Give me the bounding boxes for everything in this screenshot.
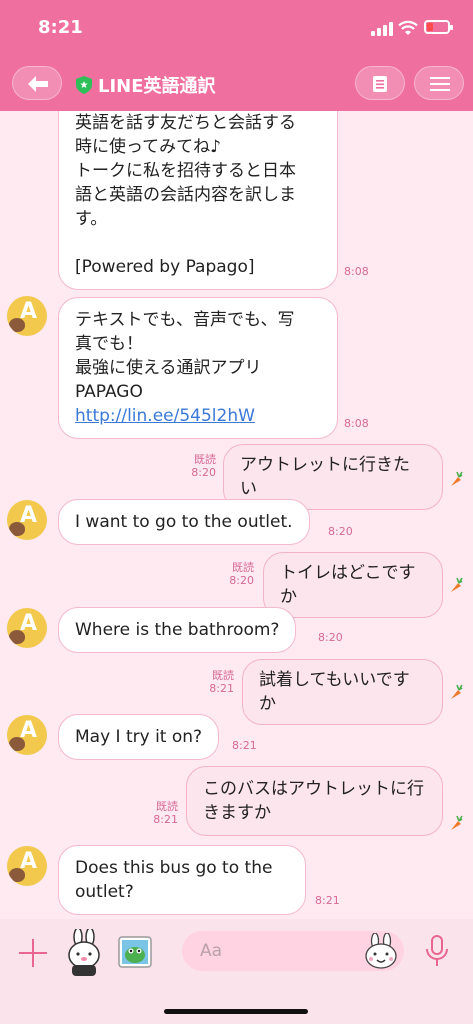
menu-icon xyxy=(430,77,450,91)
message-time: 8:08 xyxy=(344,417,369,430)
message-time: 8:08 xyxy=(344,265,369,278)
message-time: 8:21 xyxy=(232,739,257,752)
message-time: 8:21 xyxy=(315,894,340,907)
read-receipt: 既読 8:20 xyxy=(228,561,254,587)
message-bubble-me[interactable]: 試着してもいいですか xyxy=(242,659,443,725)
message-bubble-bot[interactable]: I want to go to the outlet. xyxy=(58,499,310,545)
status-bar: 8:21 xyxy=(0,0,473,50)
message-bubble-me[interactable]: トイレはどこですか xyxy=(263,552,443,618)
message-bubble-bot[interactable]: May I try it on? xyxy=(58,714,220,760)
message-bubble-me[interactable]: このバスはアウトレットに行 きますか xyxy=(186,766,443,836)
message-bubble-bot[interactable]: Where is the bathroom? xyxy=(58,607,297,653)
message-text: Where is the bathroom? xyxy=(75,620,280,640)
message-time: 8:21 xyxy=(209,682,234,695)
message-line: す。 xyxy=(75,209,108,229)
message-time: 8:20 xyxy=(229,574,254,587)
bot-avatar[interactable]: A xyxy=(7,500,47,540)
message-line: outlet? xyxy=(75,882,134,902)
emoji-icon[interactable] xyxy=(364,933,398,969)
message-line: テキストでも、音声でも、写 xyxy=(75,310,295,330)
home-indicator[interactable] xyxy=(164,1009,308,1014)
message-text: May I try it on? xyxy=(75,727,203,747)
read-label: 既読 xyxy=(194,453,216,466)
message-time: 8:20 xyxy=(191,466,216,479)
app-header: 8:21 LINE英語通訳 xyxy=(0,0,473,111)
bot-avatar[interactable]: A xyxy=(7,296,47,336)
notes-button[interactable] xyxy=(355,66,405,100)
carrot-icon xyxy=(451,815,463,830)
message-line: きますか xyxy=(203,803,271,823)
battery-icon xyxy=(424,20,453,34)
read-label: 既読 xyxy=(212,669,234,682)
carrot-icon xyxy=(451,471,463,486)
back-arrow-icon xyxy=(28,76,48,92)
message-text: I want to go to the outlet. xyxy=(75,512,293,532)
bot-avatar[interactable]: A xyxy=(7,608,47,648)
message-bubble-bot[interactable]: 英語を話す友だちと会話する 時に使ってみてね♪ トークに私を招待すると日本 語と… xyxy=(58,111,338,290)
message-bubble-bot[interactable]: テキストでも、音声でも、写 真でも！ 最強に使える通訳アプリ PAPAGO ht… xyxy=(58,297,338,439)
message-bubble-bot[interactable]: Does this bus go to the outlet? xyxy=(58,845,306,915)
message-line: トークに私を招待すると日本 xyxy=(75,161,296,181)
message-time: 8:21 xyxy=(153,813,178,826)
bot-avatar[interactable]: A xyxy=(7,715,47,755)
signal-icon xyxy=(371,22,393,36)
read-label: 既読 xyxy=(156,800,178,813)
message-line: 真でも！ xyxy=(75,334,143,354)
verified-shield-icon xyxy=(76,76,92,94)
carrot-icon xyxy=(451,577,463,592)
message-line: このバスはアウトレットに行 xyxy=(203,779,424,799)
nav-bar: LINE英語通訳 xyxy=(0,56,473,108)
wifi-icon xyxy=(398,20,418,35)
message-line: PAPAGO xyxy=(75,382,143,402)
message-line: 最強に使える通訳アプリ xyxy=(75,358,262,378)
read-label: 既読 xyxy=(232,561,254,574)
sticker-icon[interactable] xyxy=(64,929,104,977)
note-icon xyxy=(373,76,387,92)
read-receipt: 既読 8:21 xyxy=(208,669,234,695)
bot-avatar[interactable]: A xyxy=(7,846,47,886)
message-line xyxy=(75,231,321,255)
message-line: 語と英語の会話内容を訳しま xyxy=(75,185,296,205)
microphone-icon[interactable] xyxy=(424,935,450,967)
plus-icon[interactable] xyxy=(17,937,49,969)
read-receipt: 既読 8:21 xyxy=(152,800,178,826)
message-line: Does this bus go to the xyxy=(75,858,273,878)
message-link[interactable]: http://lin.ee/545l2hW xyxy=(75,404,321,428)
menu-button[interactable] xyxy=(414,66,464,100)
read-receipt: 既読 8:20 xyxy=(186,453,216,479)
message-text: アウトレットに行きたい xyxy=(240,455,410,499)
message-line: 時に使ってみてね♪ xyxy=(75,137,221,157)
status-time: 8:21 xyxy=(38,17,83,38)
chat-title-text: LINE英語通訳 xyxy=(98,76,216,97)
message-line: [Powered by Papago] xyxy=(75,257,255,277)
photo-icon[interactable] xyxy=(117,935,153,969)
message-text: 試着してもいいですか xyxy=(259,670,410,714)
back-button[interactable] xyxy=(12,66,62,100)
message-time: 8:20 xyxy=(328,525,353,538)
message-time: 8:20 xyxy=(318,631,343,644)
message-line: 英語を話す友だちと会話する xyxy=(75,113,296,133)
carrot-icon xyxy=(451,684,463,699)
chat-area[interactable]: 英語を話す友だちと会話する 時に使ってみてね♪ トークに私を招待すると日本 語と… xyxy=(0,111,473,919)
message-text: トイレはどこですか xyxy=(280,563,416,607)
chat-title: LINE英語通訳 xyxy=(76,72,216,98)
